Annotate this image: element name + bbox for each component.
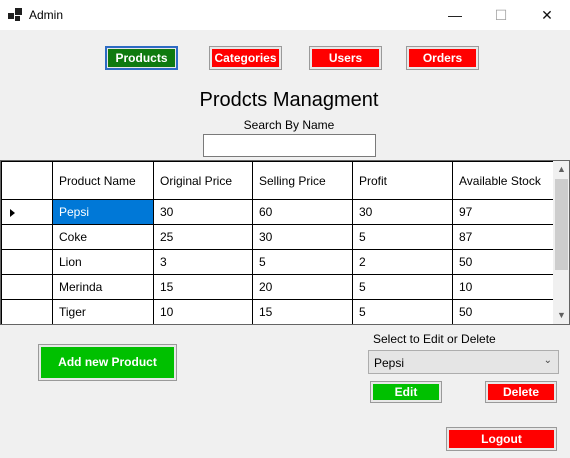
table-row[interactable]: Lion 3 5 2 50 [1, 249, 554, 275]
selected-product-value: Pepsi [374, 356, 405, 370]
select-label: Select to Edit or Delete [373, 332, 496, 346]
cell-original-price[interactable]: 3 [153, 249, 253, 275]
grid-vertical-scrollbar[interactable]: ▲ ▼ [553, 161, 569, 324]
maximize-button[interactable]: ☐ [478, 0, 524, 30]
title-bar: Admin — ☐ ✕ [0, 0, 570, 30]
scrollbar-thumb[interactable] [555, 179, 568, 270]
cell-selling-price[interactable]: 20 [252, 274, 353, 300]
close-button[interactable]: ✕ [524, 0, 570, 30]
cell-selling-price[interactable]: 30 [252, 224, 353, 250]
cell-selling-price[interactable]: 15 [252, 299, 353, 324]
edit-label: Edit [373, 384, 439, 400]
row-pointer-icon [10, 208, 15, 217]
row-header[interactable] [1, 299, 53, 324]
edit-button[interactable]: Edit [370, 381, 442, 403]
scroll-down-arrow-icon[interactable]: ▼ [553, 307, 569, 324]
search-label: Search By Name [243, 118, 335, 132]
cell-product-name[interactable]: Coke [52, 224, 154, 250]
column-header-profit[interactable]: Profit [352, 161, 453, 200]
delete-button[interactable]: Delete [485, 381, 557, 403]
minimize-button[interactable]: — [432, 0, 478, 30]
search-input[interactable] [203, 134, 376, 157]
page-title: Prodcts Managment [199, 89, 379, 111]
cell-product-name[interactable]: Pepsi [52, 199, 154, 225]
add-product-button[interactable]: Add new Product [38, 344, 177, 381]
row-header-corner [1, 161, 53, 200]
orders-nav-button[interactable]: Orders [406, 46, 479, 70]
cell-available-stock[interactable]: 97 [452, 199, 554, 225]
app-window-icon [8, 8, 22, 22]
cell-product-name[interactable]: Lion [52, 249, 154, 275]
logout-label: Logout [449, 430, 554, 448]
cell-selling-price[interactable]: 5 [252, 249, 353, 275]
cell-profit[interactable]: 5 [352, 274, 453, 300]
row-header[interactable] [1, 224, 53, 250]
column-header-selling-price[interactable]: Selling Price [252, 161, 353, 200]
products-table: Product Name Original Price Selling Pric… [1, 161, 554, 324]
column-header-original-price[interactable]: Original Price [153, 161, 253, 200]
table-row[interactable]: Pepsi 30 60 30 97 [1, 199, 554, 225]
row-header[interactable] [1, 249, 53, 275]
cell-original-price[interactable]: 15 [153, 274, 253, 300]
cell-product-name[interactable]: Merinda [52, 274, 154, 300]
products-nav-label: Products [108, 49, 175, 67]
products-grid[interactable]: Product Name Original Price Selling Pric… [0, 160, 570, 325]
table-row[interactable]: Tiger 10 15 5 50 [1, 299, 554, 324]
cell-selling-price[interactable]: 60 [252, 199, 353, 225]
orders-nav-label: Orders [409, 49, 476, 67]
cell-profit[interactable]: 5 [352, 299, 453, 324]
product-select-dropdown[interactable]: Pepsi ⌄ [368, 350, 559, 374]
users-nav-label: Users [312, 49, 379, 67]
delete-label: Delete [488, 384, 554, 400]
cell-original-price[interactable]: 25 [153, 224, 253, 250]
cell-profit[interactable]: 2 [352, 249, 453, 275]
window-title: Admin [29, 8, 64, 22]
cell-original-price[interactable]: 10 [153, 299, 253, 324]
scroll-up-arrow-icon[interactable]: ▲ [553, 161, 569, 178]
row-header[interactable] [1, 274, 53, 300]
cell-available-stock[interactable]: 50 [452, 299, 554, 324]
products-nav-button[interactable]: Products [105, 46, 178, 70]
users-nav-button[interactable]: Users [309, 46, 382, 70]
logout-button[interactable]: Logout [446, 427, 557, 451]
column-header-available-stock[interactable]: Available Stock [452, 161, 554, 200]
chevron-down-icon: ⌄ [543, 355, 552, 366]
categories-nav-label: Categories [212, 49, 279, 67]
cell-profit[interactable]: 5 [352, 224, 453, 250]
cell-available-stock[interactable]: 10 [452, 274, 554, 300]
cell-original-price[interactable]: 30 [153, 199, 253, 225]
cell-available-stock[interactable]: 50 [452, 249, 554, 275]
add-product-label: Add new Product [41, 347, 174, 378]
categories-nav-button[interactable]: Categories [209, 46, 282, 70]
cell-profit[interactable]: 30 [352, 199, 453, 225]
row-header[interactable] [1, 199, 53, 225]
table-row[interactable]: Merinda 15 20 5 10 [1, 274, 554, 300]
grid-header-row: Product Name Original Price Selling Pric… [1, 161, 554, 200]
column-header-product-name[interactable]: Product Name [52, 161, 154, 200]
cell-product-name[interactable]: Tiger [52, 299, 154, 324]
table-row[interactable]: Coke 25 30 5 87 [1, 224, 554, 250]
cell-available-stock[interactable]: 87 [452, 224, 554, 250]
